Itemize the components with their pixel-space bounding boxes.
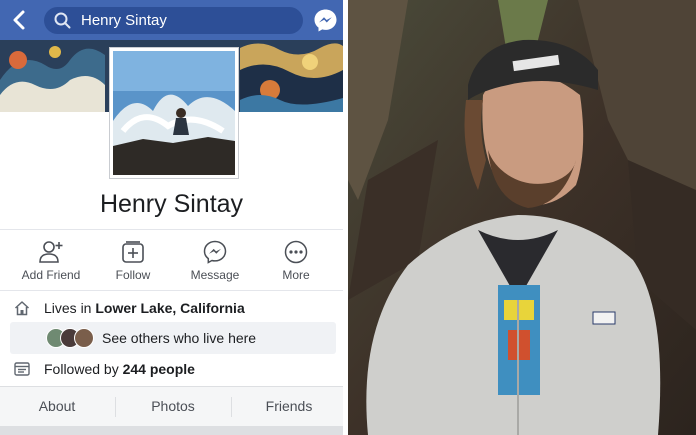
follow-label: Follow xyxy=(115,268,151,282)
message-button[interactable]: Message xyxy=(172,230,258,290)
person-photo xyxy=(348,0,696,435)
more-button[interactable]: More xyxy=(253,230,339,290)
search-icon xyxy=(54,12,71,29)
friend-avatars xyxy=(46,328,100,348)
tab-photos[interactable]: Photos xyxy=(116,387,230,427)
top-navigation-bar: Henry Sintay xyxy=(0,0,343,40)
add-friend-label: Add Friend xyxy=(21,268,81,282)
avatar xyxy=(74,328,94,348)
search-input[interactable]: Henry Sintay xyxy=(44,7,303,34)
tab-friends[interactable]: Friends xyxy=(232,387,343,427)
profile-action-bar: Add Friend Follow Message More xyxy=(0,229,343,291)
lives-in-row: Lives in Lower Lake, California xyxy=(0,294,343,322)
chevron-left-icon[interactable] xyxy=(8,8,32,32)
followed-by-text: Followed by 244 people xyxy=(44,361,195,377)
search-query-text: Henry Sintay xyxy=(81,12,167,29)
lives-in-prefix: Lives in xyxy=(44,300,96,316)
photo-illustration xyxy=(348,0,696,435)
followed-by-row: Followed by 244 people xyxy=(0,355,343,383)
profile-photo-image xyxy=(113,51,235,175)
follow-button[interactable]: Follow xyxy=(90,230,176,290)
follow-icon xyxy=(122,241,144,263)
followed-by-prefix: Followed by xyxy=(44,361,123,377)
messenger-icon xyxy=(203,240,227,264)
lives-in-text: Lives in Lower Lake, California xyxy=(44,300,245,316)
facebook-profile-screen: Henry Sintay Henry Sintay Add Friend Fol… xyxy=(0,0,343,435)
more-icon xyxy=(284,240,308,264)
profile-tabs: About Photos Friends xyxy=(0,386,343,426)
home-icon xyxy=(14,301,30,316)
tab-about[interactable]: About xyxy=(0,387,114,427)
add-friend-icon xyxy=(39,241,63,263)
see-others-label: See others who live here xyxy=(102,330,257,346)
profile-picture[interactable] xyxy=(109,47,239,179)
message-label: Message xyxy=(190,268,240,282)
followed-by-count-link[interactable]: 244 people xyxy=(123,361,195,377)
see-others-button[interactable]: See others who live here xyxy=(10,322,336,354)
followers-icon xyxy=(14,362,30,376)
lives-in-location-link[interactable]: Lower Lake, California xyxy=(95,300,244,316)
messenger-icon[interactable] xyxy=(313,8,338,33)
profile-name: Henry Sintay xyxy=(99,190,244,218)
bottom-strip xyxy=(0,426,343,435)
add-friend-button[interactable]: Add Friend xyxy=(8,230,94,290)
more-label: More xyxy=(282,268,310,282)
